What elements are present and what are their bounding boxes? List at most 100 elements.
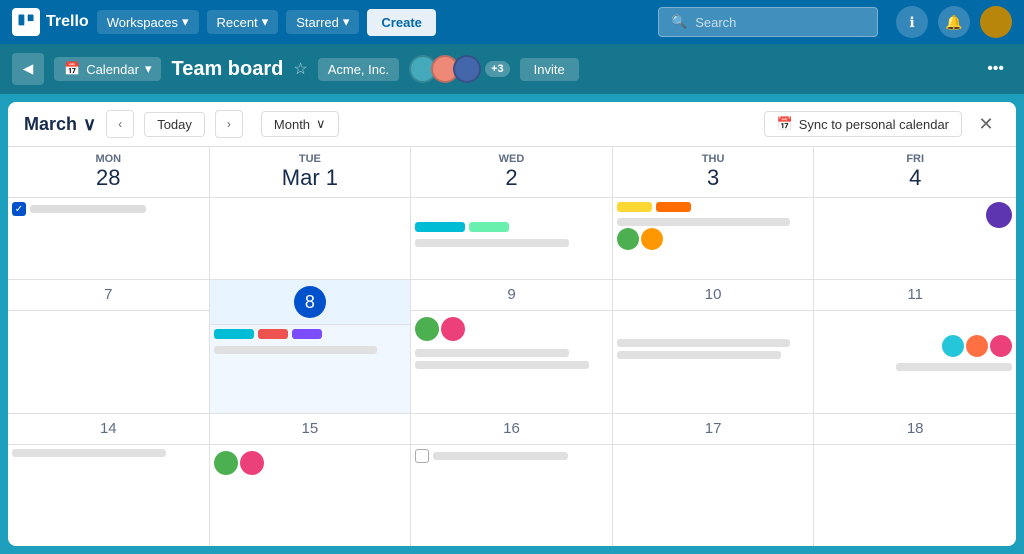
event-text: [896, 363, 1012, 371]
avatar-small: [214, 451, 238, 475]
event-row: [415, 222, 608, 235]
avatar-small: [990, 335, 1012, 357]
event-text: [415, 361, 588, 369]
search-bar[interactable]: 🔍 Search: [658, 7, 878, 37]
event-avatars: [617, 228, 810, 250]
event-text: [617, 339, 790, 347]
day-body-thu3[interactable]: [613, 198, 814, 279]
chevron-down-icon: ▾: [182, 14, 189, 30]
day-num-7: 7: [8, 280, 209, 311]
day-header-mon: Mon 28: [8, 147, 209, 198]
day-col-15: 15: [210, 414, 412, 546]
workspaces-button[interactable]: Workspaces ▾: [97, 10, 199, 34]
checkbox-unchecked-icon: [415, 449, 429, 463]
day-col-8-today: 8: [210, 280, 412, 412]
week1-grid: 7 8 9: [8, 279, 1016, 412]
search-icon: 🔍: [671, 14, 687, 30]
month-title[interactable]: March ∨: [24, 114, 96, 135]
avatar-small: [240, 451, 264, 475]
day-body-15[interactable]: [210, 445, 411, 546]
logo-text: Trello: [46, 13, 89, 31]
info-button[interactable]: ℹ: [896, 6, 928, 38]
calendar-header: March ∨ ‹ Today › Month ∨ 📅 Sync to pers…: [8, 102, 1016, 147]
invite-button[interactable]: Invite: [520, 58, 579, 81]
more-options-button[interactable]: •••: [979, 56, 1012, 82]
day-col-thu: Thu 3: [613, 147, 815, 279]
event-avatars: [415, 317, 608, 341]
day-header-tue: Tue Mar 1: [210, 147, 411, 198]
day-col-wed: Wed 2: [411, 147, 613, 279]
today-button[interactable]: Today: [144, 112, 205, 137]
day-num-10: 10: [613, 280, 814, 311]
event-text: [12, 449, 166, 457]
day-col-17: 17: [613, 414, 815, 546]
sync-calendar-button[interactable]: 📅 Sync to personal calendar: [764, 111, 963, 137]
calendar-view-button[interactable]: 📅 Calendar ▾: [54, 57, 161, 81]
workspace-button[interactable]: Acme, Inc.: [318, 58, 399, 81]
avatar-small: [942, 335, 964, 357]
recent-button[interactable]: Recent ▾: [207, 10, 279, 34]
view-select-button[interactable]: Month ∨: [261, 111, 339, 137]
avatar-small: [641, 228, 663, 250]
day-body-tue1[interactable]: [210, 198, 411, 279]
day-body-7[interactable]: [8, 311, 209, 412]
event-bar: [214, 329, 254, 339]
next-month-button[interactable]: ›: [215, 110, 243, 138]
member-avatar-3[interactable]: [453, 55, 481, 83]
day-body-17[interactable]: [613, 445, 814, 546]
day-num-8: 8: [210, 280, 411, 325]
top-nav: Trello Workspaces ▾ Recent ▾ Starred ▾ C…: [0, 0, 1024, 44]
day-col-7: 7: [8, 280, 210, 412]
event-bar-yellow: [617, 202, 652, 212]
day-body-16[interactable]: [411, 445, 612, 546]
event-bar: [258, 329, 288, 339]
week0-grid: Mon 28 ✓ Tue Mar 1 Wed 2: [8, 147, 1016, 279]
sidebar-toggle-button[interactable]: ◀: [12, 53, 44, 85]
day-col-fri: Fri 4: [814, 147, 1016, 279]
day-body-11[interactable]: [814, 311, 1016, 412]
day-col-10: 10: [613, 280, 815, 412]
user-avatar[interactable]: [980, 6, 1012, 38]
day-num-15: 15: [210, 414, 411, 445]
chevron-down-icon: ▾: [145, 61, 152, 77]
event-text: [415, 239, 569, 247]
create-button[interactable]: Create: [367, 9, 435, 36]
day-col-18: 18: [814, 414, 1016, 546]
day-body-9[interactable]: [411, 311, 612, 412]
more-members-badge[interactable]: +3: [485, 61, 510, 77]
calendar-icon: 📅: [64, 61, 80, 77]
day-body-wed2[interactable]: [411, 198, 612, 279]
day-body-10[interactable]: [613, 311, 814, 412]
day-num-11: 11: [814, 280, 1016, 311]
trello-icon: [12, 8, 40, 36]
event-row: ✓: [12, 202, 205, 216]
event-text: [415, 349, 569, 357]
event-avatars: [818, 335, 1012, 357]
day-header-fri: Fri 4: [814, 147, 1016, 198]
day-body-mon28[interactable]: ✓: [8, 198, 209, 279]
day-num-16: 16: [411, 414, 612, 445]
close-calendar-button[interactable]: ✕: [972, 110, 1000, 138]
day-body-8[interactable]: [210, 325, 411, 412]
day-col-16: 16: [411, 414, 613, 546]
day-num-9: 9: [411, 280, 612, 311]
avatar-small: [966, 335, 988, 357]
event-text: [433, 452, 568, 460]
notifications-button[interactable]: 🔔: [938, 6, 970, 38]
day-body-18[interactable]: [814, 445, 1016, 546]
chevron-down-icon: ▾: [262, 14, 269, 30]
event-row: [214, 329, 407, 342]
prev-month-button[interactable]: ‹: [106, 110, 134, 138]
star-button[interactable]: ☆: [293, 59, 307, 79]
day-header-thu: Thu 3: [613, 147, 814, 198]
event-row: [617, 202, 810, 215]
calendar-sync-icon: 📅: [777, 116, 793, 132]
avatar-small: [415, 317, 439, 341]
avatar-small: [617, 228, 639, 250]
day-header-wed: Wed 2: [411, 147, 612, 198]
logo[interactable]: Trello: [12, 8, 89, 36]
day-body-fri4[interactable]: [814, 198, 1016, 279]
event-text: [617, 351, 781, 359]
day-body-14[interactable]: [8, 445, 209, 546]
starred-button[interactable]: Starred ▾: [286, 10, 359, 34]
